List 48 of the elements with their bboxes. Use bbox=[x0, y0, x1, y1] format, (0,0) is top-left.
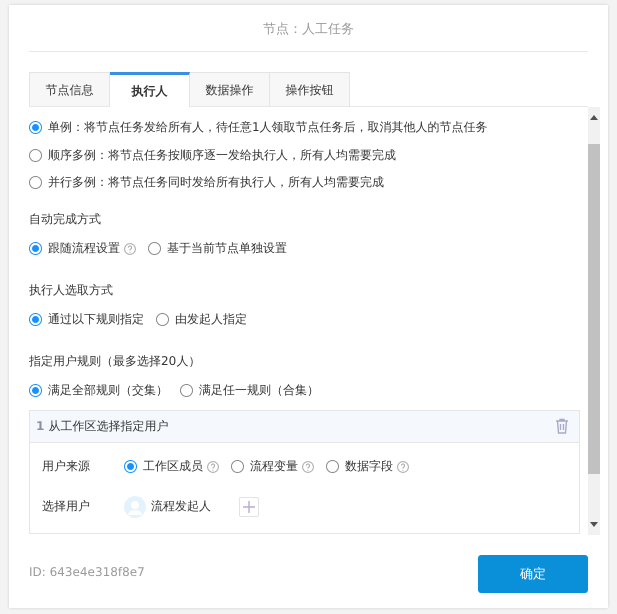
user-name: 流程发起人 bbox=[151, 498, 211, 515]
radio-option[interactable]: 满足全部规则（交集） bbox=[29, 382, 168, 399]
radio-button[interactable] bbox=[29, 121, 42, 134]
radio-option[interactable]: 顺序多例：将节点任务按顺序逐一发给执行人，所有人均需要完成 bbox=[29, 142, 588, 169]
radio-button[interactable] bbox=[29, 384, 42, 397]
section-heading: 指定用户规则（最多选择20人） bbox=[29, 352, 202, 370]
confirm-button[interactable]: 确定 bbox=[478, 554, 588, 592]
radio-option[interactable]: 由发起人指定 bbox=[156, 311, 247, 328]
node-id: ID: 643e4e318f8e7 bbox=[29, 564, 145, 578]
scrollbar[interactable] bbox=[588, 107, 600, 535]
help-icon[interactable] bbox=[397, 460, 409, 472]
tab[interactable]: 数据操作 bbox=[190, 72, 270, 106]
radio-button[interactable] bbox=[124, 460, 137, 473]
help-icon[interactable] bbox=[302, 460, 314, 472]
radio-button[interactable] bbox=[148, 242, 161, 255]
section-heading: 自动完成方式 bbox=[29, 210, 102, 228]
trash-icon[interactable] bbox=[555, 418, 569, 434]
radio-button[interactable] bbox=[29, 242, 42, 255]
radio-button[interactable] bbox=[29, 148, 42, 162]
radio-option[interactable]: 数据字段 bbox=[326, 458, 409, 475]
section-heading: 执行人选取方式 bbox=[29, 282, 114, 298]
radio-option[interactable]: 流程变量 bbox=[231, 458, 314, 475]
radio-button[interactable] bbox=[156, 313, 169, 326]
help-icon[interactable] bbox=[124, 242, 136, 254]
radio-button[interactable] bbox=[231, 460, 244, 473]
tab[interactable]: 执行人 bbox=[110, 72, 190, 107]
radio-button[interactable] bbox=[29, 313, 42, 326]
tab[interactable]: 操作按钮 bbox=[270, 72, 350, 106]
radio-option[interactable]: 基于当前节点单独设置 bbox=[148, 240, 287, 257]
radio-option[interactable]: 满足任一规则（合集） bbox=[180, 382, 319, 399]
field-label: 选择用户 bbox=[42, 498, 91, 515]
radio-option[interactable]: 通过以下规则指定 bbox=[29, 311, 144, 328]
radio-button[interactable] bbox=[180, 384, 193, 397]
rule-title: 从工作区选择指定用户 bbox=[48, 418, 170, 434]
field-label: 用户来源 bbox=[42, 458, 91, 475]
add-user-button[interactable] bbox=[239, 496, 259, 516]
radio-button[interactable] bbox=[326, 460, 339, 473]
radio-option[interactable]: 并行多例：将节点任务同时发给所有执行人，所有人均需要完成 bbox=[29, 169, 588, 196]
radio-option[interactable]: 跟随流程设置 bbox=[29, 240, 136, 257]
rule-index: 1 bbox=[36, 419, 44, 433]
plus-icon bbox=[243, 500, 255, 512]
radio-button[interactable] bbox=[29, 176, 42, 190]
radio-option[interactable]: 单例：将节点任务发给所有人，待任意1人领取节点任务后，取消其他人的节点任务 bbox=[29, 114, 588, 142]
dialog-title: 节点：人工任务 bbox=[29, 5, 588, 52]
radio-option[interactable]: 工作区成员 bbox=[124, 458, 219, 475]
help-icon[interactable] bbox=[207, 460, 219, 472]
tab[interactable]: 节点信息 bbox=[29, 72, 110, 106]
avatar-icon bbox=[124, 496, 146, 518]
